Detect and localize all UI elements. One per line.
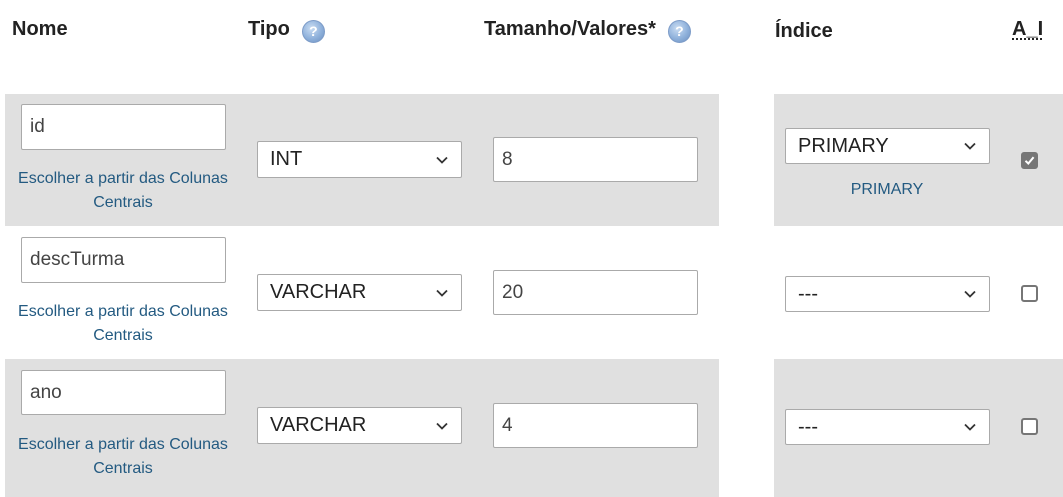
chevron-down-icon (964, 142, 976, 150)
column-name-input[interactable]: id (21, 104, 226, 150)
chevron-down-icon (436, 156, 448, 164)
index-select-value: --- (798, 282, 818, 305)
type-select-value: VARCHAR (270, 281, 367, 303)
column-name-input[interactable]: ano (21, 370, 226, 415)
length-input[interactable]: 8 (493, 137, 698, 182)
header-tamanho-label: Tamanho/Valores* (484, 18, 656, 40)
header-tipo-label: Tipo (248, 18, 290, 40)
header-ai: A_I (1012, 18, 1043, 41)
chevron-down-icon (964, 290, 976, 298)
auto-increment-checkbox[interactable] (1021, 285, 1038, 302)
chevron-down-icon (964, 423, 976, 431)
central-columns-link[interactable]: Escolher a partir das Colunas Centrais (3, 300, 243, 348)
type-select[interactable]: VARCHAR (257, 407, 462, 444)
checkmark-icon (1024, 156, 1035, 165)
header-ai-label: A_I (1012, 18, 1044, 40)
chevron-down-icon (436, 289, 448, 297)
question-mark-icon[interactable]: ? (301, 20, 325, 43)
header-nome: Nome (12, 18, 68, 41)
header-indice-label: Índice (775, 20, 833, 42)
length-input[interactable]: 4 (493, 403, 698, 448)
index-select[interactable]: PRIMARY (785, 128, 990, 164)
chevron-down-icon (436, 422, 448, 430)
index-select-value: PRIMARY (798, 134, 889, 157)
type-select[interactable]: INT (257, 141, 462, 178)
type-select[interactable]: VARCHAR (257, 274, 462, 311)
length-input[interactable]: 20 (493, 270, 698, 315)
central-columns-link[interactable]: Escolher a partir das Colunas Centrais (3, 167, 243, 215)
auto-increment-checkbox[interactable] (1021, 418, 1038, 435)
type-select-value: INT (270, 148, 303, 170)
header-tamanho: Tamanho/Valores* ? (484, 18, 691, 43)
auto-increment-checkbox[interactable] (1021, 152, 1038, 169)
index-select-value: --- (798, 415, 818, 438)
header-tipo: Tipo ? (248, 18, 325, 43)
type-select-value: VARCHAR (270, 414, 367, 436)
index-select[interactable]: --- (785, 276, 990, 312)
header-nome-label: Nome (12, 18, 68, 40)
index-primary-link[interactable]: PRIMARY (785, 181, 989, 199)
column-name-input[interactable]: descTurma (21, 237, 226, 283)
question-mark-icon[interactable]: ? (667, 20, 691, 43)
header-indice: Índice (775, 20, 833, 43)
index-select[interactable]: --- (785, 409, 990, 445)
central-columns-link[interactable]: Escolher a partir das Colunas Centrais (3, 433, 243, 481)
